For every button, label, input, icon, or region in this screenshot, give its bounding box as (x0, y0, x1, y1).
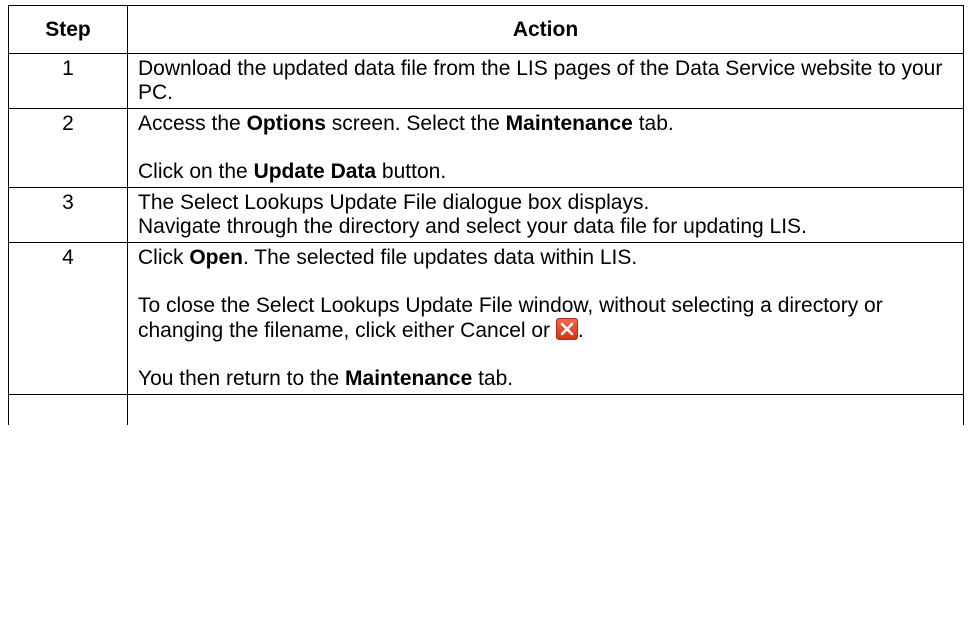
step-action: Download the updated data file from the … (127, 53, 964, 109)
maintenance-tab-term: Maintenance (345, 367, 473, 390)
text-run: . The selected file updates data within … (243, 246, 638, 269)
options-screen-term: Options (246, 112, 326, 135)
text-run: tab. (632, 112, 674, 135)
maintenance-tab-term: Maintenance (505, 112, 633, 135)
step-column-header: Step (8, 5, 128, 54)
step-number: 4 (8, 242, 128, 395)
action-text: Click Open. The selected file updates da… (138, 246, 955, 270)
action-text: Download the updated data file from the … (138, 57, 943, 104)
table-row: 3 The Select Lookups Update File dialogu… (8, 187, 964, 243)
step-action: The Select Lookups Update File dialogue … (127, 187, 964, 243)
action-text: Access the Options screen. Select the Ma… (138, 112, 955, 136)
step-number: 3 (8, 187, 128, 243)
text-run: Click on the (138, 160, 254, 183)
table-header-row: Step Action (8, 5, 964, 54)
action-text: Navigate through the directory and selec… (138, 215, 807, 238)
text-run: . (577, 319, 584, 342)
open-button-term: Open (189, 246, 244, 269)
close-icon (555, 318, 578, 340)
action-column-header: Action (127, 5, 964, 54)
text-run: screen. Select the (325, 112, 506, 135)
text-run: tab. (472, 367, 514, 390)
step-action: Access the Options screen. Select the Ma… (127, 108, 964, 188)
action-text: To close the Select Lookups Update File … (138, 294, 955, 343)
action-text: Click on the Update Data button. (138, 160, 955, 184)
text-run: To close the Select Lookups Update File … (138, 294, 883, 342)
text-run: Access the (138, 112, 247, 135)
text-run: You then return to the (138, 367, 346, 390)
action-text: The Select Lookups Update File dialogue … (138, 191, 650, 214)
action-text: You then return to the Maintenance tab. (138, 367, 955, 391)
step-number: 1 (8, 53, 128, 109)
text-run: Click (138, 246, 190, 269)
update-data-button-term: Update Data (253, 160, 377, 183)
text-run: button. (376, 160, 447, 183)
table-row: 1 Download the updated data file from th… (8, 53, 964, 109)
procedure-table-container: Step Action 1 Download the updated data … (8, 5, 964, 425)
step-number: 2 (8, 108, 128, 188)
empty-action-cell (127, 394, 964, 425)
empty-step-cell (8, 394, 128, 425)
procedure-table: Step Action 1 Download the updated data … (8, 5, 964, 425)
table-row: 4 Click Open. The selected file updates … (8, 242, 964, 395)
table-row: 2 Access the Options screen. Select the … (8, 108, 964, 188)
blank-table-row (8, 394, 964, 425)
step-action: Click Open. The selected file updates da… (127, 242, 964, 395)
